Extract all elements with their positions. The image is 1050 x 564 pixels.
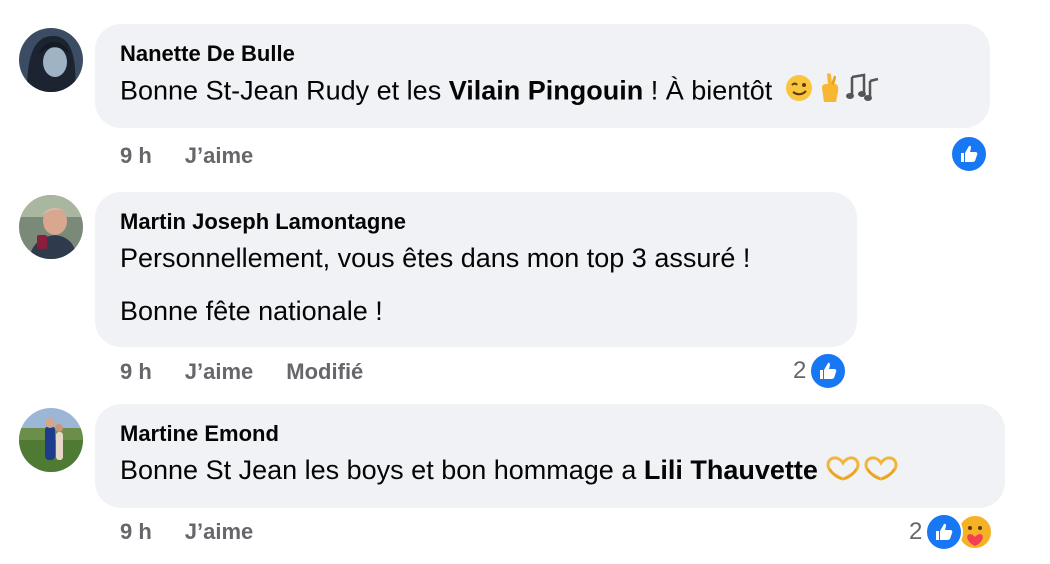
comment-text: Personnellement, vous êtes dans mon top …	[120, 243, 751, 273]
comment-meta: 9 h J’aime	[120, 517, 253, 547]
avatar[interactable]	[19, 28, 83, 92]
heart-hands-emoji	[826, 454, 860, 490]
thumbs-up-icon	[950, 135, 988, 173]
comment-meta: 9 h J’aime Modifié	[120, 357, 363, 387]
like-button[interactable]: J’aime	[185, 143, 254, 169]
mention-link[interactable]: Vilain Pingouin	[449, 76, 644, 106]
reaction-summary[interactable]: 2	[909, 513, 994, 551]
timestamp[interactable]: 9 h	[120, 519, 152, 545]
comment-author[interactable]: Martine Emond	[120, 420, 981, 448]
winking-face-emoji	[784, 73, 814, 112]
comment-bubble: Nanette De Bulle Bonne St-Jean Rudy et l…	[95, 24, 990, 128]
comment-author[interactable]: Martin Joseph Lamontagne	[120, 208, 833, 236]
reaction-summary[interactable]: 2	[793, 352, 848, 390]
timestamp[interactable]: 9 h	[120, 359, 152, 385]
timestamp[interactable]: 9 h	[120, 143, 152, 169]
comment-bubble: Martin Joseph Lamontagne Personnellement…	[95, 192, 857, 347]
like-button[interactable]: J’aime	[185, 519, 254, 545]
thumbs-up-icon	[925, 513, 964, 551]
comment-meta: 9 h J’aime	[120, 141, 253, 171]
reaction-count: 2	[909, 518, 923, 545]
reaction-summary[interactable]	[947, 135, 988, 173]
mention-link[interactable]: Lili Thauvette	[644, 455, 818, 485]
reaction-count: 2	[793, 357, 807, 384]
musical-notes-emoji	[845, 73, 880, 112]
thumbs-up-icon	[809, 352, 848, 390]
comment-author[interactable]: Nanette De Bulle	[120, 40, 966, 68]
comment-text: Bonne St Jean les boys et bon hommage a …	[120, 452, 981, 490]
edited-label: Modifié	[286, 359, 364, 384]
avatar[interactable]	[19, 195, 83, 259]
like-button[interactable]: J’aime	[185, 359, 254, 385]
comment-text: Bonne St-Jean Rudy et les Vilain Pingoui…	[120, 72, 966, 113]
comment-bubble: Martine Emond Bonne St Jean les boys et …	[95, 404, 1005, 508]
heart-hands-emoji	[864, 454, 898, 490]
crossed-fingers-emoji	[818, 72, 842, 113]
avatar[interactable]	[19, 408, 83, 472]
comment-text: Bonne fête nationale !	[120, 296, 383, 326]
